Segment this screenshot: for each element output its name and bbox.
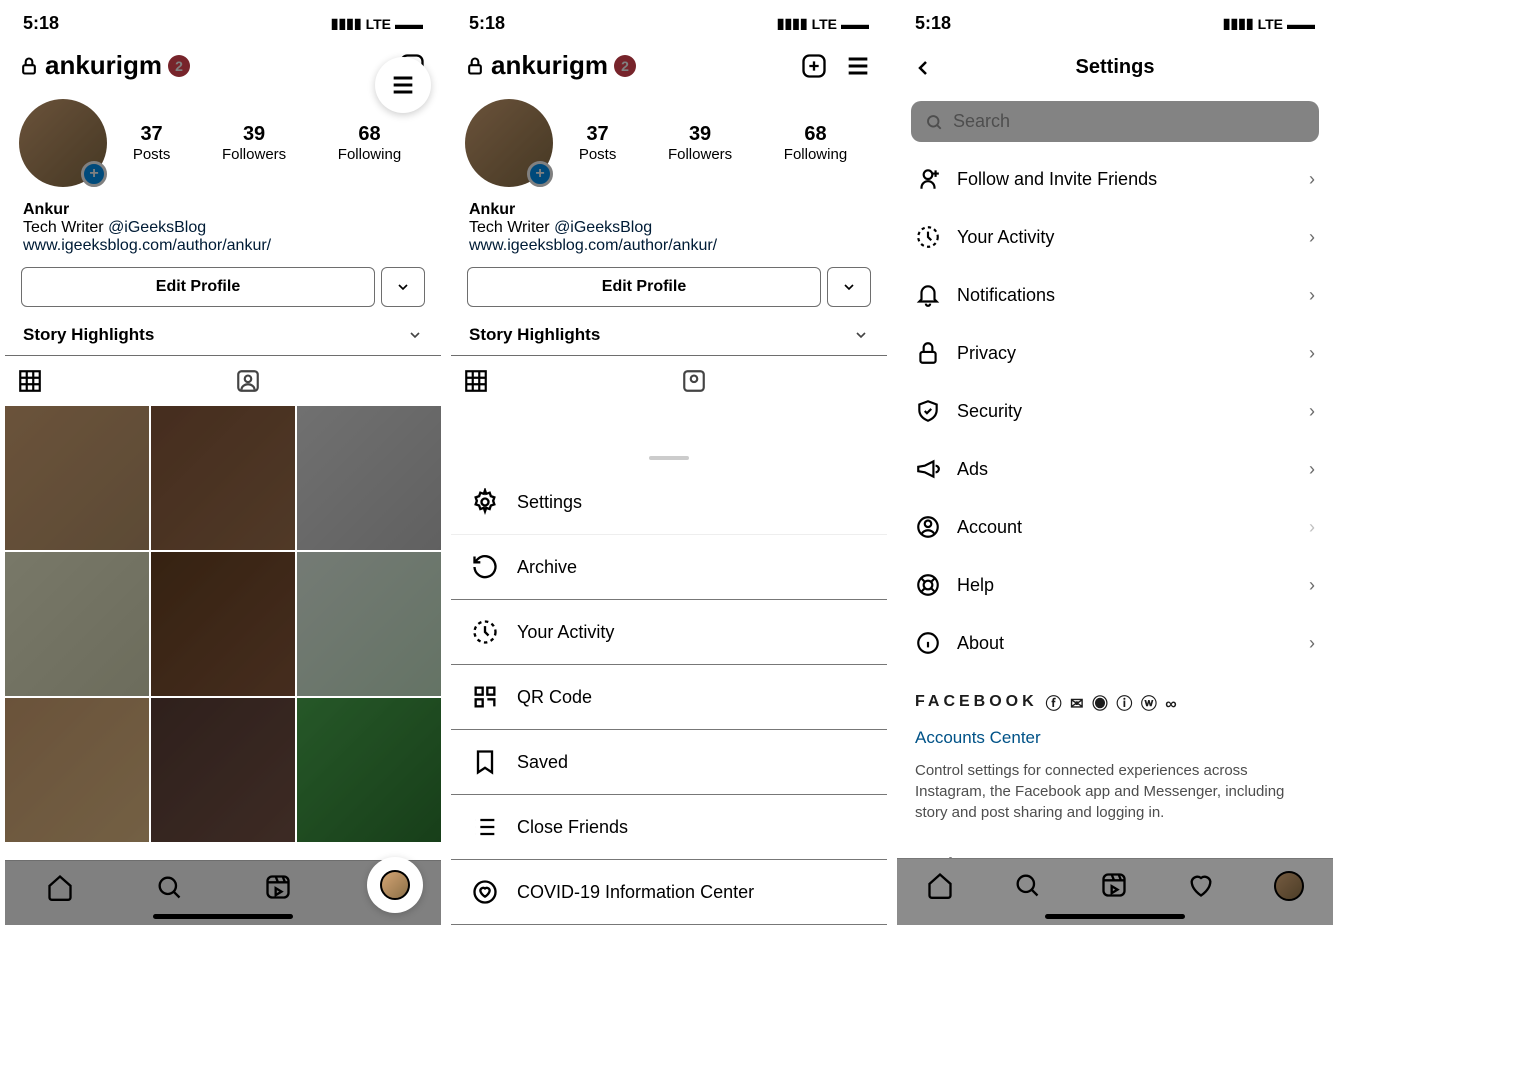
- lifebuoy-icon: [915, 572, 941, 598]
- search-icon[interactable]: [1013, 871, 1041, 899]
- notification-badge: 2: [168, 55, 190, 77]
- profile-tab[interactable]: [1274, 871, 1304, 901]
- person-circle-icon: [915, 514, 941, 540]
- shield-icon: [915, 398, 941, 424]
- facebook-brand: FACEBOOK ⓕ ✉ ◉ ⓘ ⓦ ∞: [915, 690, 1315, 714]
- archive-icon: [471, 553, 499, 581]
- settings-ads[interactable]: Ads ›: [897, 440, 1333, 498]
- reels-icon[interactable]: [264, 873, 292, 901]
- posts-stat[interactable]: 37Posts: [133, 123, 171, 163]
- battery-icon: ▬▬: [395, 16, 423, 32]
- post-thumbnail[interactable]: [151, 406, 295, 550]
- suggestions-button[interactable]: [381, 267, 425, 307]
- status-bar: 5:18 ▮▮▮▮LTE▬▬: [897, 5, 1333, 42]
- lock-icon: [19, 56, 39, 76]
- settings-privacy[interactable]: Privacy ›: [897, 324, 1333, 382]
- home-indicator: [1045, 914, 1185, 919]
- bio-role: Tech Writer @iGeeksBlog: [23, 219, 423, 237]
- post-thumbnail[interactable]: [5, 406, 149, 550]
- menu-sheet: Settings Archive Your Activity QR Code S…: [451, 446, 887, 925]
- posts-grid: [5, 406, 441, 842]
- menu-close-friends[interactable]: Close Friends: [451, 795, 887, 860]
- chevron-right-icon: ›: [1309, 169, 1315, 190]
- profile-avatar[interactable]: +: [19, 99, 107, 187]
- status-bar: 5:18 ▮▮▮▮LTE▬▬: [451, 5, 887, 42]
- post-thumbnail[interactable]: [5, 552, 149, 696]
- chevron-right-icon: ›: [1309, 517, 1315, 538]
- settings-account[interactable]: Account ›: [897, 498, 1333, 556]
- status-right: ▮▮▮▮ LTE ▬▬: [331, 15, 423, 32]
- tagged-tab[interactable]: [223, 356, 441, 406]
- signal-icon: ▮▮▮▮: [331, 15, 362, 32]
- status-bar: 5:18 ▮▮▮▮ LTE ▬▬: [5, 5, 441, 42]
- info-icon: [915, 630, 941, 656]
- post-thumbnail[interactable]: [151, 552, 295, 696]
- post-thumbnail[interactable]: [5, 698, 149, 842]
- network-label: LTE: [366, 16, 391, 32]
- heart-circle-icon: [471, 878, 499, 906]
- clock-icon: [915, 224, 941, 250]
- accounts-center-desc: Control settings for connected experienc…: [915, 760, 1315, 823]
- accounts-center-link[interactable]: Accounts Center: [915, 728, 1315, 748]
- settings-header: Settings: [897, 42, 1333, 93]
- settings-about[interactable]: About ›: [897, 614, 1333, 672]
- settings-activity[interactable]: Your Activity ›: [897, 208, 1333, 266]
- menu-settings[interactable]: Settings: [451, 470, 887, 535]
- bio-tag[interactable]: @iGeeksBlog: [108, 219, 206, 236]
- bell-icon: [915, 282, 941, 308]
- megaphone-icon: [915, 456, 941, 482]
- search-icon: [925, 113, 943, 131]
- lock-icon: [465, 56, 485, 76]
- settings-follow-invite[interactable]: Follow and Invite Friends ›: [897, 150, 1333, 208]
- list-icon: [471, 813, 499, 841]
- sheet-handle[interactable]: [649, 456, 689, 460]
- menu-covid[interactable]: COVID-19 Information Center: [451, 860, 887, 925]
- edit-profile-button[interactable]: Edit Profile: [21, 267, 375, 307]
- back-button[interactable]: [911, 56, 935, 80]
- menu-activity[interactable]: Your Activity: [451, 600, 887, 665]
- activity-icon[interactable]: [1187, 871, 1215, 899]
- grid-tab[interactable]: [5, 356, 223, 406]
- following-stat[interactable]: 68Following: [338, 123, 401, 163]
- post-thumbnail[interactable]: [297, 552, 441, 696]
- add-story-icon[interactable]: +: [81, 161, 107, 187]
- person-plus-icon: [915, 166, 941, 192]
- bio-name: Ankur: [23, 201, 423, 219]
- status-time: 5:18: [23, 13, 59, 34]
- search-input[interactable]: Search: [911, 101, 1319, 142]
- settings-security[interactable]: Security ›: [897, 382, 1333, 440]
- followers-stat[interactable]: 39Followers: [222, 123, 286, 163]
- bio-url[interactable]: www.igeeksblog.com/author/ankur/: [23, 237, 423, 255]
- post-thumbnail[interactable]: [297, 698, 441, 842]
- post-thumbnail[interactable]: [151, 698, 295, 842]
- lock-icon: [915, 340, 941, 366]
- settings-notifications[interactable]: Notifications ›: [897, 266, 1333, 324]
- settings-help[interactable]: Help ›: [897, 556, 1333, 614]
- home-icon[interactable]: [46, 873, 74, 901]
- qr-icon: [471, 683, 499, 711]
- bookmark-icon: [471, 748, 499, 776]
- menu-button[interactable]: [375, 57, 431, 113]
- gear-icon: [471, 488, 499, 516]
- menu-button[interactable]: [843, 51, 873, 81]
- username[interactable]: ankurigm: [45, 50, 162, 81]
- profile-tab[interactable]: [367, 857, 423, 913]
- chevron-down-icon: [407, 327, 423, 343]
- home-indicator: [153, 914, 293, 919]
- activity-icon: [471, 618, 499, 646]
- new-post-button[interactable]: [799, 51, 829, 81]
- menu-saved[interactable]: Saved: [451, 730, 887, 795]
- home-icon[interactable]: [926, 871, 954, 899]
- post-thumbnail[interactable]: [297, 406, 441, 550]
- reels-icon[interactable]: [1100, 871, 1128, 899]
- menu-archive[interactable]: Archive: [451, 535, 887, 600]
- menu-qr[interactable]: QR Code: [451, 665, 887, 730]
- settings-title: Settings: [911, 56, 1319, 79]
- story-highlights-toggle[interactable]: Story Highlights: [5, 315, 441, 355]
- search-icon[interactable]: [155, 873, 183, 901]
